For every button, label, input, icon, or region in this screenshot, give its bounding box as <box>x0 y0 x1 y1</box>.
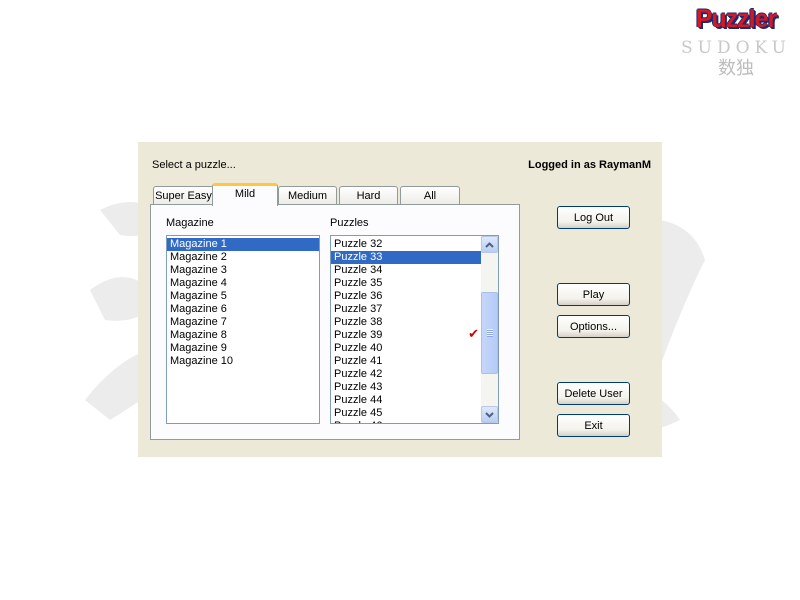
puzzle-list-item-label: Puzzle 43 <box>334 381 383 393</box>
magazine-list-item[interactable]: Magazine 1 <box>167 238 319 251</box>
puzzle-list-item[interactable]: Puzzle 46 <box>331 420 481 423</box>
puzzle-list-item-label: Puzzle 36 <box>334 290 383 302</box>
magazine-list-item[interactable]: Magazine 7 <box>167 316 319 329</box>
magazine-label: Magazine <box>166 217 214 229</box>
puzzle-list-item-label: Puzzle 38 <box>334 316 383 328</box>
magazine-list-item[interactable]: Magazine 6 <box>167 303 319 316</box>
chevron-down-icon <box>485 411 494 418</box>
puzzle-list-item[interactable]: Puzzle 33 <box>331 251 481 264</box>
scroll-up-button[interactable] <box>481 236 498 253</box>
exit-button[interactable]: Exit <box>557 414 630 437</box>
puzzle-list-item-label: Puzzle 32 <box>334 238 383 250</box>
puzzle-list-item-label: Puzzle 37 <box>334 303 383 315</box>
puzzle-list-item-label: Puzzle 35 <box>334 277 383 289</box>
magazine-list-item[interactable]: Magazine 9 <box>167 342 319 355</box>
magazine-list-item[interactable]: Magazine 3 <box>167 264 319 277</box>
puzzle-list-item-label: Puzzle 41 <box>334 355 383 367</box>
puzzle-list-item[interactable]: Puzzle 38 <box>331 316 481 329</box>
puzzles-label: Puzzles <box>330 217 369 229</box>
select-puzzle-label: Select a puzzle... <box>152 159 236 171</box>
puzzle-list-item[interactable]: Puzzle 43 <box>331 381 481 394</box>
scroll-thumb[interactable] <box>481 292 498 374</box>
chevron-up-icon <box>485 241 494 248</box>
options-button[interactable]: Options... <box>557 315 630 338</box>
puzzle-list-item-label: Puzzle 45 <box>334 407 383 419</box>
delete-user-button[interactable]: Delete User <box>557 382 630 405</box>
puzzle-list-item[interactable]: Puzzle 42 <box>331 368 481 381</box>
magazine-list-item[interactable]: Magazine 5 <box>167 290 319 303</box>
puzzle-list-item[interactable]: Puzzle 34 <box>331 264 481 277</box>
puzzle-list-item[interactable]: Puzzle 36 <box>331 290 481 303</box>
puzzles-list-items: Puzzle 32 Puzzle 33 Puzzle 34 Puzzle 35 Puzz… <box>331 238 481 423</box>
puzzles-listbox[interactable]: Puzzle 32 Puzzle 33 Puzzle 34 Puzzle 35 Puzz… <box>330 235 499 424</box>
puzzles-scrollbar[interactable] <box>481 236 498 423</box>
puzzle-list-item-label: Puzzle 40 <box>334 342 383 354</box>
puzzle-list-item[interactable]: Puzzle 41 <box>331 355 481 368</box>
puzzle-list-item-label: Puzzle 46 <box>334 420 382 423</box>
checkmark-icon: ✔ <box>468 327 479 342</box>
grip-icon <box>487 329 493 337</box>
logo-chinese: 数独 <box>718 58 754 79</box>
puzzle-list-item-label: Puzzle 39 <box>334 329 383 341</box>
play-button[interactable]: Play <box>557 283 630 306</box>
puzzle-list-item[interactable]: Puzzle 39 ✔ <box>331 327 481 342</box>
logo-subtitle: SUDOKU <box>681 38 791 58</box>
puzzle-list-item[interactable]: Puzzle 32 <box>331 238 481 251</box>
puzzle-list-item[interactable]: Puzzle 45 <box>331 407 481 420</box>
tab-hard[interactable]: Hard <box>339 186 398 205</box>
puzzle-list-item[interactable]: Puzzle 37 <box>331 303 481 316</box>
puzzle-list-item[interactable]: Puzzle 35 <box>331 277 481 290</box>
magazine-list-item[interactable]: Magazine 8 <box>167 329 319 342</box>
scroll-down-button[interactable] <box>481 406 498 423</box>
logo-word: Puzzler <box>695 5 778 33</box>
puzzle-selection-panel: Select a puzzle... Logged in as RaymanM … <box>138 142 662 457</box>
tab-all[interactable]: All <box>400 186 460 205</box>
magazine-listbox[interactable]: Magazine 1 Magazine 2 Magazine 3 Magazine 4… <box>166 235 320 424</box>
magazine-list-item[interactable]: Magazine 2 <box>167 251 319 264</box>
puzzle-list-item-label: Puzzle 34 <box>334 264 383 276</box>
tab-content: Magazine Puzzles Magazine 1 Magazine 2 Mag… <box>150 204 520 440</box>
puzzle-list-item-label: Puzzle 33 <box>334 251 383 263</box>
puzzle-list-item-label: Puzzle 44 <box>334 394 383 406</box>
magazine-list-item[interactable]: Magazine 10 <box>167 355 319 368</box>
magazine-list-item[interactable]: Magazine 4 <box>167 277 319 290</box>
logged-in-status: Logged in as RaymanM <box>528 159 651 171</box>
puzzle-list-item[interactable]: Puzzle 40 <box>331 342 481 355</box>
tab-mild[interactable]: Mild <box>212 183 278 206</box>
tab-medium[interactable]: Medium <box>278 186 337 205</box>
log-out-button[interactable]: Log Out <box>557 206 630 229</box>
puzzle-list-item-label: Puzzle 42 <box>334 368 383 380</box>
puzzle-list-item[interactable]: Puzzle 44 <box>331 394 481 407</box>
puzzler-sudoku-logo: Puzzler SUDOKU 数独 <box>676 4 796 80</box>
tab-super-easy[interactable]: Super Easy <box>153 186 214 205</box>
